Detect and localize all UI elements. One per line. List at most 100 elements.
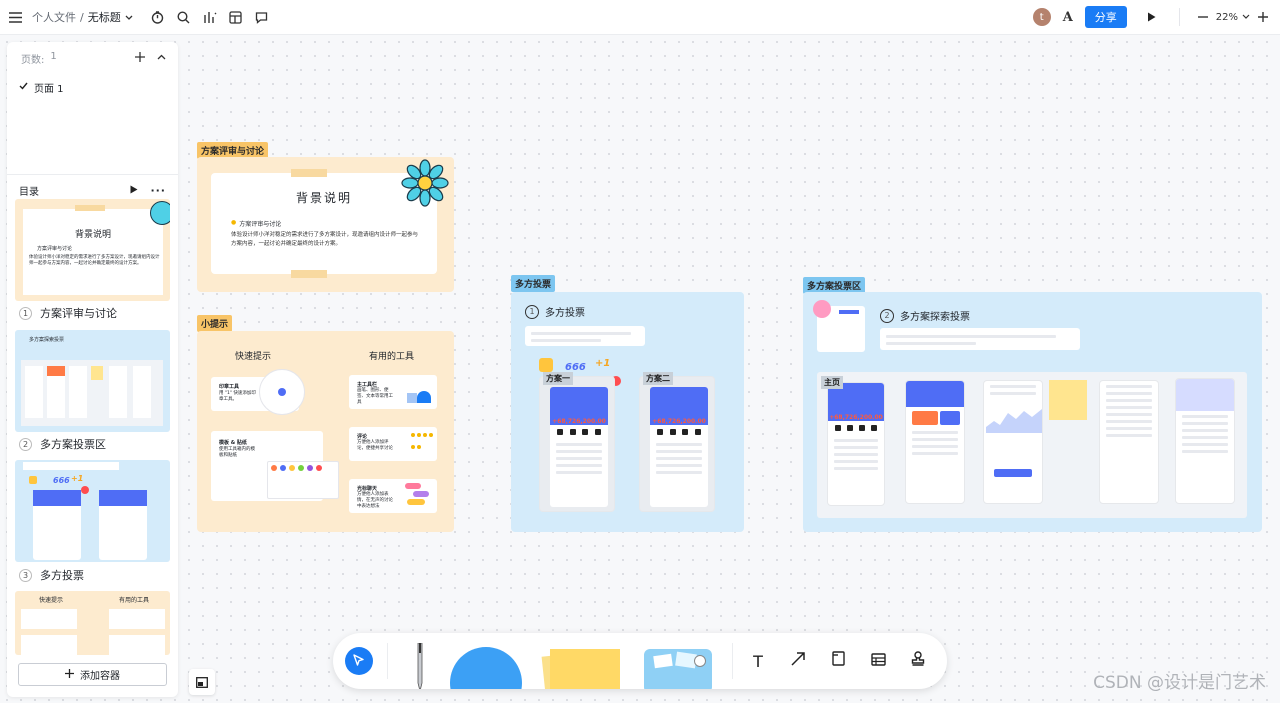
- more-icon[interactable]: ···: [150, 184, 166, 197]
- present-play-icon[interactable]: [130, 185, 138, 197]
- phone-b-amount: +68,726,200.00: [652, 418, 706, 425]
- sticky-note[interactable]: [1049, 380, 1087, 420]
- screen-home[interactable]: +68,726,200.00: [827, 382, 885, 506]
- avatar[interactable]: t: [1032, 8, 1051, 26]
- add-container-button[interactable]: 添加容器: [18, 663, 167, 686]
- toc-item-1-num: 1: [19, 306, 32, 320]
- share-button[interactable]: 分享: [1084, 6, 1127, 28]
- page-item-1[interactable]: 页面 1: [7, 80, 178, 95]
- menu-icon[interactable]: [2, 4, 28, 30]
- arrow-tool-button[interactable]: [784, 647, 812, 675]
- add-container-label: 添加容器: [80, 671, 120, 682]
- play-icon[interactable]: [1139, 4, 1165, 30]
- screen-list[interactable]: [1099, 380, 1159, 504]
- table-tool-button[interactable]: [864, 647, 892, 675]
- template-icon[interactable]: [223, 4, 249, 30]
- design-board[interactable]: +68,726,200.00 主页: [817, 372, 1247, 518]
- tip-stamp-desc: 用 "1" 快速添加印章工具。: [219, 391, 256, 402]
- emoji-grid-icon: [411, 433, 433, 455]
- frame-tag-vote[interactable]: 多方投票: [511, 275, 556, 292]
- search-icon[interactable]: [171, 4, 197, 30]
- comment-icon[interactable]: [249, 4, 275, 30]
- breadcrumb-parent[interactable]: 个人文件: [32, 9, 76, 25]
- text-tool-button[interactable]: T: [744, 647, 772, 675]
- font-style-icon[interactable]: A: [1059, 4, 1077, 30]
- background-subtitle: 方案评审与讨论: [239, 221, 282, 228]
- phone-a-amount: +68,726,200.00: [552, 418, 606, 425]
- add-page-icon[interactable]: [135, 52, 145, 65]
- toc-item-2[interactable]: 2 多方案投票区: [19, 436, 106, 452]
- thumb1-flower-icon: [150, 201, 170, 225]
- option-a-label: 方案一: [543, 372, 573, 385]
- tool-cursor-chat-card[interactable]: 光标聊天 方便他人添加表情，在无声的讨论中表达想法: [349, 479, 437, 513]
- shape-tool[interactable]: [450, 647, 522, 689]
- bottom-toolbar: T: [333, 633, 947, 689]
- sticker-panel: [267, 461, 339, 499]
- tip-template-desc: 使用工具箱内的模板和贴纸: [219, 447, 255, 458]
- whiteboard-canvas[interactable]: 方案评审与讨论 背景说明 ● 方案评审与讨论 体验设计师小洋对稳定的需求进行了多…: [0, 35, 1280, 703]
- zoom-level[interactable]: 22%: [1216, 12, 1238, 23]
- toc-thumb-1[interactable]: 背景说明 方案评审与讨论 体验设计师小洋对稳定的需求进行了多方案设计，现邀请组内…: [15, 199, 170, 301]
- sticker-icon: [813, 300, 831, 318]
- frame-review[interactable]: 背景说明 ● 方案评审与讨论 体验设计师小洋对稳定的需求进行了多方案设计，现邀请…: [197, 157, 454, 292]
- frame-tool-button[interactable]: [824, 647, 852, 675]
- toc-item-3[interactable]: 3 多方投票: [19, 567, 84, 583]
- tool-comment-title: 评论: [357, 434, 368, 440]
- sticky-note-tool[interactable]: [540, 647, 620, 689]
- tips-left-title: 快速提示: [235, 352, 272, 362]
- minimap-toggle-button[interactable]: [189, 669, 215, 695]
- bulb-icon: ●: [231, 219, 237, 226]
- page-item-label: 页面 1: [34, 84, 64, 95]
- doc-title[interactable]: 无标题: [88, 9, 121, 25]
- flower-sticker-icon[interactable]: [401, 159, 449, 207]
- tape-top: [291, 169, 327, 177]
- screen-chart[interactable]: [983, 380, 1043, 504]
- thumb1-title: 背景说明: [74, 230, 111, 240]
- subtitle-row: ● 方案评审与讨论: [231, 219, 281, 228]
- tip-template-title: 模板 & 贴纸: [219, 440, 247, 446]
- stamp-tool-button[interactable]: [904, 647, 932, 675]
- topbar-right: t A 分享 22%: [1032, 4, 1272, 30]
- zoom-in-icon[interactable]: [1254, 4, 1272, 30]
- option-b-label: 方案二: [643, 372, 673, 385]
- zoom-control: 22%: [1194, 4, 1272, 30]
- tool-cursor-title: 光标聊天: [357, 486, 378, 492]
- phone-option-a[interactable]: +68,726,200.00: [539, 376, 615, 512]
- tool-comment-card[interactable]: 评论 方便他人添加评论，便捷共享讨论: [349, 427, 437, 461]
- toc-item-3-label: 多方投票: [40, 569, 84, 582]
- zoom-out-icon[interactable]: [1194, 4, 1212, 30]
- phone-option-b[interactable]: +68,726,200.00: [639, 376, 715, 512]
- tip-stamp-card[interactable]: 印章工具 用 "1" 快速添加印章工具。: [211, 369, 305, 415]
- tip-template-card[interactable]: 模板 & 贴纸 使用工具箱内的模板和贴纸: [211, 431, 339, 501]
- tips-right-title: 有用的工具: [369, 352, 415, 362]
- tool-main-card[interactable]: 主工具栏 画笔、图形、便签、文本等常用工具: [349, 375, 437, 409]
- select-tool-button[interactable]: [345, 647, 373, 675]
- collapse-icon[interactable]: [157, 52, 166, 65]
- text-icon: T: [753, 651, 763, 671]
- minimap-icon: [196, 673, 208, 692]
- toc-header: 目录 ···: [7, 174, 178, 198]
- stamp-center-icon: [278, 388, 286, 396]
- screen-cards[interactable]: [905, 380, 965, 504]
- zoom-chevron-icon[interactable]: [1242, 12, 1250, 23]
- table-icon: [870, 651, 886, 671]
- toc-item-1[interactable]: 1 方案评审与讨论: [19, 305, 117, 321]
- ai-magic-icon[interactable]: [197, 4, 223, 30]
- chevron-down-icon[interactable]: [125, 11, 133, 24]
- timer-icon[interactable]: [145, 4, 171, 30]
- frame-vote-area[interactable]: 2 多方案探索投票 +68,726,200.00 主页: [803, 292, 1262, 532]
- toolbox-tool[interactable]: [644, 649, 712, 689]
- screen-profile[interactable]: [1175, 378, 1235, 504]
- tool-cursor-desc: 方便他人添加表情，在无声的讨论中表达想法: [357, 492, 393, 509]
- toc-thumb-2[interactable]: 多方案探索投票: [15, 330, 170, 432]
- toc-item-1-label: 方案评审与讨论: [40, 307, 117, 320]
- tool-main-desc: 画笔、图形、便签、文本等常用工具: [357, 388, 393, 405]
- frame-tips[interactable]: 快速提示 有用的工具 印章工具 用 "1" 快速添加印章工具。 模板 & 贴纸 …: [197, 331, 454, 532]
- pen-tool[interactable]: [416, 642, 423, 689]
- toc-thumb-4[interactable]: 快速提示 有用的工具: [15, 591, 170, 655]
- explore-title: 多方案探索投票: [900, 312, 970, 323]
- frame-vote[interactable]: 1 多方投票 666 +1 +68,726,200.00 方案一 +68,726…: [511, 292, 744, 532]
- frame-tag-tips[interactable]: 小提示: [197, 315, 233, 332]
- toc-thumb-3[interactable]: 666 +1: [15, 460, 170, 562]
- top-bar: 个人文件 / 无标题 t A 分享 22%: [0, 0, 1280, 35]
